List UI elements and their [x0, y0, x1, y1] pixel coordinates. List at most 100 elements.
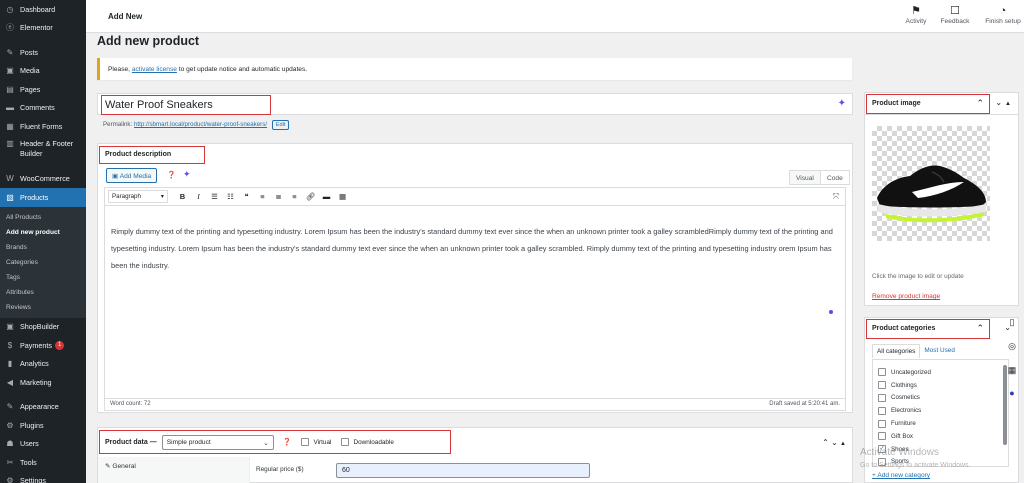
numbered-list-icon[interactable]: ☷: [224, 192, 237, 201]
category-scrollbar[interactable]: [1003, 365, 1007, 445]
checkbox-box[interactable]: [878, 419, 886, 428]
sidebar-item-header-footer-builder[interactable]: ▥ Header & Footer Builder: [0, 136, 86, 164]
sidebar-item-fluent-forms[interactable]: ▦ Fluent Forms: [0, 117, 86, 136]
category-item-furniture[interactable]: Furniture: [878, 417, 1008, 430]
bullet-list-icon[interactable]: ☰: [208, 192, 221, 201]
submenu-item-all-products[interactable]: All Products: [0, 210, 86, 225]
category-item-electronics[interactable]: Electronics: [878, 404, 1008, 417]
tab-all-categories[interactable]: All categories: [872, 344, 921, 358]
collapse-arrow-icon[interactable]: ▲: [840, 441, 846, 447]
book-icon[interactable]: ▯: [1004, 317, 1020, 328]
sidebar-item-elementor[interactable]: ⓔ Elementor: [0, 19, 86, 38]
add-new-category-link[interactable]: + Add new category: [872, 472, 930, 479]
submenu-item-add-new-product[interactable]: Add new product: [0, 225, 86, 240]
help-icon[interactable]: ❓: [283, 438, 292, 446]
chevron-down-icon[interactable]: ⌄: [995, 98, 1005, 107]
category-item-sports[interactable]: Sports: [878, 456, 1008, 466]
sidebar-item-payments[interactable]: $ Payments 1: [0, 336, 86, 355]
category-item-clothings[interactable]: Clothings: [878, 379, 1008, 392]
product-type-select[interactable]: Simple product ⌄: [161, 434, 274, 450]
checkbox-box[interactable]: [878, 457, 886, 466]
chevron-up-icon[interactable]: ⌃: [822, 438, 829, 447]
finish-setup-button[interactable]: ◔ Finish setup: [982, 5, 1024, 25]
checkbox-box[interactable]: [878, 406, 886, 415]
sidebar-item-products[interactable]: ▧ Products: [0, 188, 86, 207]
tab-most-used[interactable]: Most Used: [920, 344, 959, 358]
sidebar-item-users[interactable]: ☗ Users: [0, 435, 86, 454]
tab-code[interactable]: Code: [820, 170, 850, 185]
category-item-cosmetics[interactable]: Cosmetics: [878, 392, 1008, 405]
toolbar-toggle-icon[interactable]: ▦: [336, 192, 349, 201]
link-icon[interactable]: 🔗︎: [304, 192, 317, 201]
help-icon[interactable]: ❓: [167, 171, 176, 179]
remove-product-image-link[interactable]: Remove product image: [872, 293, 940, 300]
product-image[interactable]: [872, 126, 990, 241]
submenu-item-attributes[interactable]: Attributes: [0, 285, 86, 300]
align-center-icon[interactable]: ≣: [272, 192, 285, 201]
regular-price-input[interactable]: 60: [336, 463, 590, 478]
chevron-down-icon[interactable]: ⌄: [831, 438, 838, 447]
checkbox-box[interactable]: ✓: [878, 445, 886, 454]
submenu-item-brands[interactable]: Brands: [0, 240, 86, 255]
sidebar-item-marketing[interactable]: ◀ Marketing: [0, 373, 86, 392]
product-categories-title-text: Product categories: [872, 325, 936, 332]
activate-license-link[interactable]: activate license: [132, 66, 177, 73]
sidebar-item-tools[interactable]: ✂ Tools: [0, 453, 86, 472]
support-icon[interactable]: ◎: [1004, 341, 1020, 352]
permalink-edit-button[interactable]: Edit: [271, 120, 290, 130]
grid-icon[interactable]: ▦: [1004, 365, 1020, 376]
editor-content[interactable]: Rimply dummy text of the printing and ty…: [105, 206, 845, 274]
collapse-arrow-icon[interactable]: ▲: [1005, 101, 1014, 107]
chatbot-icon[interactable]: ●: [1004, 388, 1020, 398]
category-item-shoes[interactable]: ✓ Shoes: [878, 443, 1008, 456]
ai-sparkle-icon[interactable]: ✦: [838, 98, 846, 109]
submenu-item-tags[interactable]: Tags: [0, 270, 86, 285]
sidebar-item-pages[interactable]: ▤ Pages: [0, 80, 86, 99]
add-media-button[interactable]: ▣ Add Media: [106, 168, 158, 183]
italic-icon[interactable]: I: [192, 192, 205, 201]
virtual-checkbox[interactable]: Virtual: [301, 438, 331, 446]
align-right-icon[interactable]: ≡: [288, 192, 301, 201]
sidebar-item-media[interactable]: ▣ Media: [0, 62, 86, 81]
assistant-dot-icon[interactable]: [829, 310, 833, 314]
chevron-up-icon[interactable]: ⌃: [976, 323, 984, 334]
category-item-uncategorized[interactable]: Uncategorized: [878, 366, 1008, 379]
sidebar-item-dashboard[interactable]: ◷ Dashboard: [0, 0, 86, 19]
product-title-input[interactable]: Water Proof Sneakers: [101, 95, 271, 115]
sidebar-item-settings[interactable]: ⚙ Settings: [0, 472, 86, 483]
dashboard-icon: ◷: [6, 4, 14, 14]
sidebar-item-analytics[interactable]: ▮ Analytics: [0, 355, 86, 374]
sidebar-item-comments[interactable]: ▬ Comments: [0, 99, 86, 118]
checkbox-box[interactable]: [878, 393, 886, 402]
activity-button[interactable]: ⚑ Activity: [898, 5, 934, 25]
bold-icon[interactable]: B: [176, 192, 189, 201]
product-categories-title: Product categories ⌃: [866, 319, 990, 339]
paragraph-format-select[interactable]: Paragraph ▾: [108, 190, 168, 203]
downloadable-checkbox[interactable]: Downloadable: [341, 438, 394, 446]
category-item-gift-box[interactable]: Gift Box: [878, 430, 1008, 443]
fullscreen-icon[interactable]: ⤧: [833, 192, 839, 202]
sidebar-item-posts[interactable]: ✎ Posts: [0, 43, 86, 62]
feedback-button[interactable]: ☐ Feedback: [937, 5, 973, 25]
read-more-icon[interactable]: ▬: [320, 192, 333, 201]
permalink-link[interactable]: http://sbmart.local/product/water-proof-…: [134, 121, 267, 128]
tab-visual[interactable]: Visual: [789, 170, 821, 185]
checkbox-box[interactable]: [878, 368, 886, 377]
align-left-icon[interactable]: ≡: [256, 192, 269, 201]
blockquote-icon[interactable]: ❝: [240, 192, 253, 201]
submenu-item-categories[interactable]: Categories: [0, 255, 86, 270]
sidebar-item-plugins[interactable]: ⚙ Plugins: [0, 416, 86, 435]
submenu-item-reviews[interactable]: Reviews: [0, 300, 86, 315]
sneaker-image[interactable]: [872, 126, 990, 241]
sidebar-item-appearance[interactable]: ✎ Appearance: [0, 398, 86, 417]
tab-general[interactable]: ✎ General: [98, 457, 250, 483]
checkbox-box[interactable]: [878, 432, 886, 441]
checkbox-box[interactable]: [301, 438, 310, 446]
checkbox-box[interactable]: [878, 381, 886, 390]
checkbox-box[interactable]: [341, 438, 350, 446]
rich-text-editor[interactable]: Paragraph ▾ B I ☰ ☷ ❝ ≡ ≣ ≡ 🔗︎ ▬ ▦ ⤧ Rim…: [104, 187, 846, 411]
sidebar-item-shopbuilder[interactable]: ▣ ShopBuilder: [0, 318, 86, 337]
sidebar-item-woocommerce[interactable]: W WooCommerce: [0, 170, 86, 189]
chevron-up-icon[interactable]: ⌃: [976, 98, 984, 109]
ai-sparkle-icon[interactable]: ✦: [183, 169, 191, 180]
